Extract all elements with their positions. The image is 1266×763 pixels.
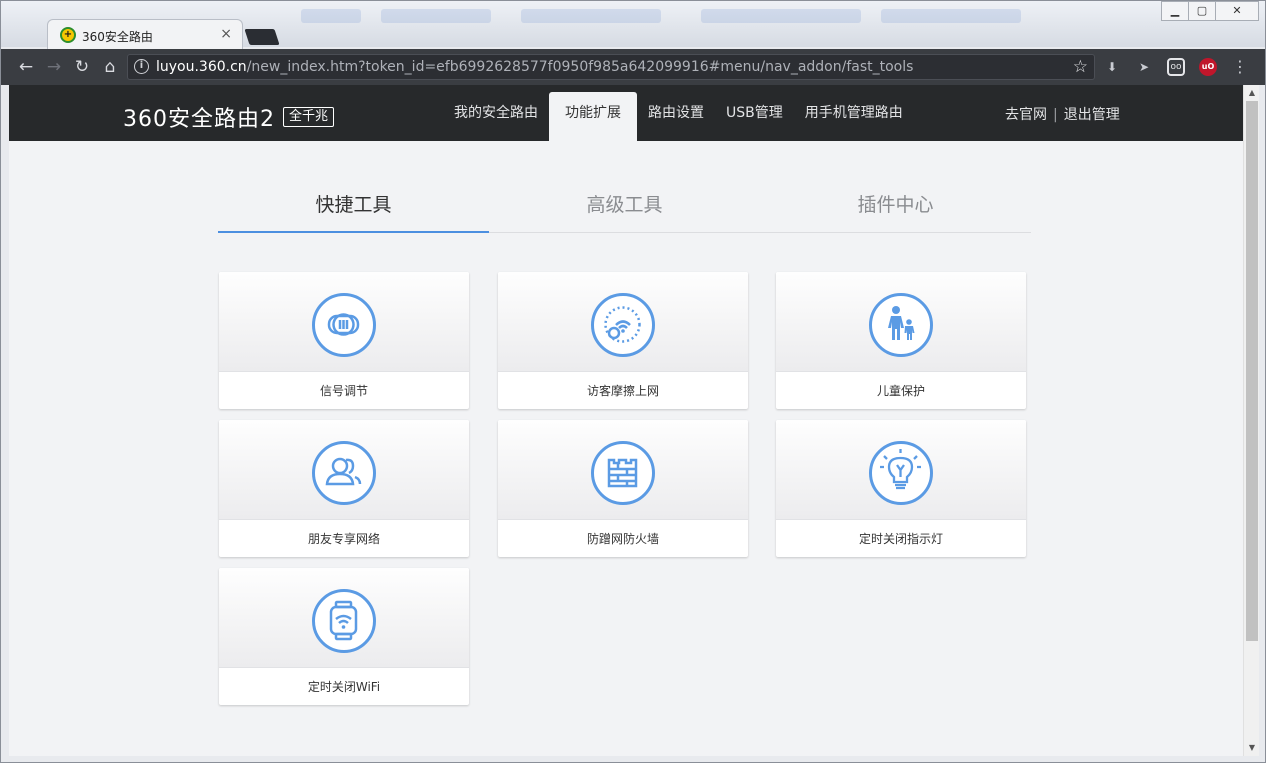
tab-close-icon[interactable]: × xyxy=(220,26,232,42)
nav-item-mobile[interactable]: 用手机管理路由 xyxy=(794,85,914,141)
tool-card-child-protection[interactable]: 儿童保护 xyxy=(776,272,1026,409)
maximize-button[interactable]: ▢ xyxy=(1188,1,1216,21)
tool-card-light-timer[interactable]: 定时关闭指示灯 xyxy=(776,420,1026,557)
page-scrollbar[interactable]: ▲ ▼ xyxy=(1243,85,1259,756)
browser-window: + 360安全路由 × ▁ ▢ ✕ ← → ↻ ⌂ i luyou.360.cn… xyxy=(0,0,1266,763)
download-extension-icon[interactable]: ⬇ xyxy=(1103,58,1121,76)
official-site-link[interactable]: 去官网 xyxy=(1005,107,1047,123)
forward-icon[interactable]: → xyxy=(43,56,65,78)
scroll-up-icon[interactable]: ▲ xyxy=(1244,85,1260,101)
nav-item-usb[interactable]: USB管理 xyxy=(715,85,794,141)
tool-label: 定时关闭指示灯 xyxy=(858,532,943,546)
menu-kebab-icon[interactable]: ⋮ xyxy=(1231,58,1249,76)
tool-card-firewall[interactable]: 防蹭网防火墙 xyxy=(498,420,748,557)
tab-title: 360安全路由 xyxy=(82,30,153,44)
browser-tab-active[interactable]: + 360安全路由 × xyxy=(47,19,243,49)
tab-strip: + 360安全路由 × ▁ ▢ ✕ xyxy=(1,1,1265,49)
tool-card-wifi-timer[interactable]: 定时关闭WiFi xyxy=(219,568,469,705)
tool-label: 儿童保护 xyxy=(876,384,925,398)
tool-label: 定时关闭WiFi xyxy=(307,680,381,694)
close-window-button[interactable]: ✕ xyxy=(1215,1,1259,21)
tab-plugin-center[interactable]: 插件中心 xyxy=(760,185,1031,232)
wifi-timer-icon xyxy=(312,589,376,653)
tab-quick-tools[interactable]: 快捷工具 xyxy=(218,185,489,233)
nav-item-router-settings[interactable]: 路由设置 xyxy=(637,85,715,141)
home-icon[interactable]: ⌂ xyxy=(99,56,121,78)
tool-card-signal[interactable]: 信号调节 xyxy=(219,272,469,409)
page-content: 360安全路由2 全千兆 我的安全路由 功能扩展 路由设置 USB管理 用手机管… xyxy=(9,85,1243,756)
minimize-button[interactable]: ▁ xyxy=(1161,1,1189,21)
tab-advanced-tools[interactable]: 高级工具 xyxy=(489,185,760,232)
tool-label: 信号调节 xyxy=(319,384,368,398)
guest-wifi-icon xyxy=(591,293,655,357)
browser-toolbar: ← → ↻ ⌂ i luyou.360.cn/new_index.htm?tok… xyxy=(1,49,1265,85)
tool-card-guest-wifi[interactable]: 访客摩擦上网 xyxy=(498,272,748,409)
main-nav: 我的安全路由 功能扩展 路由设置 USB管理 用手机管理路由 xyxy=(443,85,914,141)
scroll-thumb[interactable] xyxy=(1246,101,1258,641)
ublock-extension-icon[interactable]: uO xyxy=(1199,58,1217,76)
send-extension-icon[interactable]: ➤ xyxy=(1135,58,1153,76)
back-icon[interactable]: ← xyxy=(15,56,37,78)
address-url: luyou.360.cn/new_index.htm?token_id=efb6… xyxy=(156,59,914,75)
header-links: 去官网 | 退出管理 xyxy=(1005,85,1120,141)
tool-label: 朋友专享网络 xyxy=(307,532,380,546)
sub-tabs: 快捷工具 高级工具 插件中心 xyxy=(218,185,1031,233)
bookmark-star-icon[interactable]: ☆ xyxy=(1073,57,1088,77)
tool-label: 访客摩擦上网 xyxy=(586,384,659,398)
brand-name: 360安全路由2 xyxy=(123,107,275,132)
window-controls: ▁ ▢ ✕ xyxy=(1161,1,1259,21)
site-info-icon[interactable]: i xyxy=(134,59,149,74)
router-header: 360安全路由2 全千兆 我的安全路由 功能扩展 路由设置 USB管理 用手机管… xyxy=(9,85,1243,141)
brand-logo: 360安全路由2 全千兆 xyxy=(123,101,335,133)
ghostery-extension-icon[interactable]: oo xyxy=(1167,58,1185,76)
new-tab-button[interactable] xyxy=(244,29,280,45)
scroll-down-icon[interactable]: ▼ xyxy=(1244,740,1260,756)
reload-icon[interactable]: ↻ xyxy=(71,56,93,78)
nav-item-my-router[interactable]: 我的安全路由 xyxy=(443,85,549,141)
brand-badge: 全千兆 xyxy=(283,107,335,127)
friends-network-icon xyxy=(312,441,376,505)
address-bar[interactable]: i luyou.360.cn/new_index.htm?token_id=ef… xyxy=(127,54,1095,80)
tool-card-friends-network[interactable]: 朋友专享网络 xyxy=(219,420,469,557)
tool-label: 防蹭网防火墙 xyxy=(586,532,659,546)
light-timer-icon xyxy=(869,441,933,505)
nav-item-extensions[interactable]: 功能扩展 xyxy=(549,92,637,141)
router-favicon-icon: + xyxy=(60,27,76,43)
logout-link[interactable]: 退出管理 xyxy=(1064,107,1120,123)
firewall-icon xyxy=(591,441,655,505)
child-protection-icon xyxy=(869,293,933,357)
signal-adjust-icon xyxy=(312,293,376,357)
link-divider: | xyxy=(1053,107,1058,123)
